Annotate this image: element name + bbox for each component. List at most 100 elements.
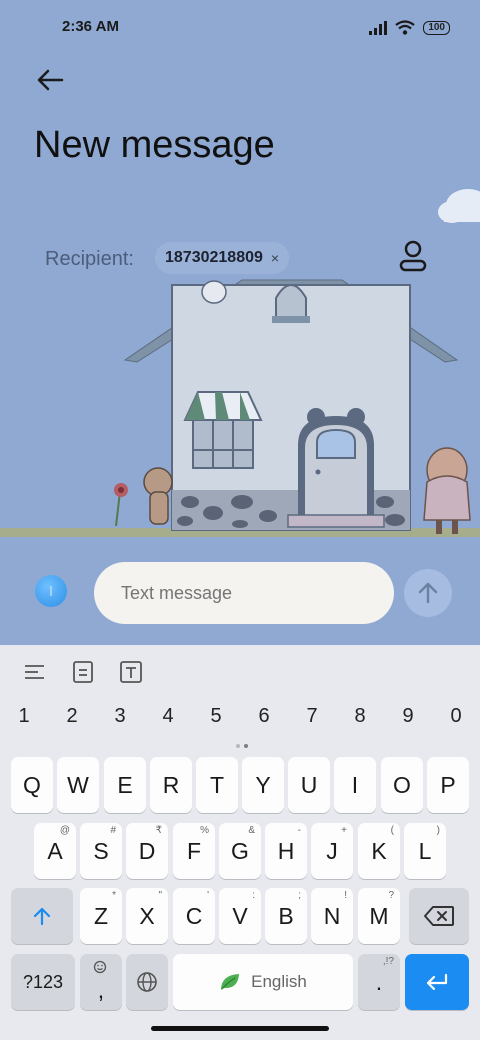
shift-key[interactable] — [11, 888, 73, 944]
page-dot — [236, 744, 240, 748]
arrow-left-icon — [37, 69, 64, 91]
language-key[interactable] — [126, 954, 168, 1010]
text-style-button[interactable] — [118, 659, 144, 685]
key-e[interactable]: E — [104, 757, 146, 813]
key-p[interactable]: P — [427, 757, 469, 813]
key-hint: @ — [59, 825, 70, 836]
key-hint: ( — [390, 825, 394, 836]
backspace-key[interactable] — [409, 888, 469, 944]
key-n[interactable]: ! N — [311, 888, 353, 944]
status-icons: 100 — [369, 20, 450, 35]
key-hint: - — [297, 825, 301, 836]
key-5[interactable]: 5 — [196, 705, 236, 728]
remove-recipient-icon[interactable]: × — [271, 250, 279, 266]
emoji-comma-key[interactable]: , — [80, 954, 122, 1010]
key-hint: ' — [207, 890, 209, 901]
recipient-row: Recipient: 18730218809 × — [0, 238, 480, 278]
globe-icon — [137, 972, 157, 992]
status-bar: 2:36 AM 100 — [0, 0, 480, 56]
recipient-label: Recipient: — [45, 248, 134, 270]
key-f[interactable]: % F — [173, 823, 215, 879]
key-g[interactable]: & G — [219, 823, 261, 879]
key-3[interactable]: 3 — [100, 705, 140, 728]
enter-icon — [426, 973, 448, 991]
key-b[interactable]: ; B — [265, 888, 307, 944]
leaf-icon — [221, 974, 240, 990]
plus-icon — [50, 586, 52, 596]
space-key[interactable]: English — [173, 954, 353, 1010]
recipient-chip[interactable]: 18730218809 × — [155, 242, 290, 274]
composer — [0, 555, 480, 635]
key-hint: ₹ — [155, 825, 162, 836]
key-t[interactable]: T — [196, 757, 238, 813]
key-4[interactable]: 4 — [148, 705, 188, 728]
space-label: English — [251, 972, 307, 991]
key-label: K — [371, 837, 387, 864]
key-z[interactable]: * Z — [80, 888, 122, 944]
symbols-key[interactable]: ?123 — [11, 954, 75, 1010]
battery-indicator: 100 — [423, 20, 450, 35]
key-label: S — [93, 837, 109, 864]
shift-arrow-icon — [33, 907, 51, 926]
period-key[interactable]: ,!? . — [358, 954, 400, 1010]
key-u[interactable]: U — [288, 757, 330, 813]
key-a[interactable]: @ A — [34, 823, 76, 879]
clipboard-button[interactable] — [70, 659, 96, 685]
period-label: . — [375, 968, 383, 995]
enter-key[interactable] — [405, 954, 469, 1010]
key-o[interactable]: O — [381, 757, 423, 813]
key-0[interactable]: 0 — [436, 705, 476, 728]
key-6[interactable]: 6 — [244, 705, 284, 728]
key-hint: # — [110, 825, 116, 836]
key-hint: * — [112, 890, 116, 901]
key-label: N — [323, 902, 341, 929]
key-hint: ,!? — [382, 956, 394, 967]
key-label: B — [278, 902, 294, 929]
key-x[interactable]: " X — [126, 888, 168, 944]
attach-button[interactable] — [35, 575, 67, 607]
key-y[interactable]: Y — [242, 757, 284, 813]
home-indicator[interactable] — [151, 1026, 329, 1031]
keyboard-toolbar — [0, 645, 480, 697]
key-s[interactable]: # S — [80, 823, 122, 879]
key-label: Z — [93, 902, 109, 929]
key-w[interactable]: W — [57, 757, 99, 813]
comma-label: , — [97, 976, 105, 1003]
key-h[interactable]: -H — [265, 823, 307, 879]
clipboard-icon — [73, 661, 93, 683]
send-button[interactable] — [404, 569, 452, 617]
signal-icon — [369, 20, 388, 35]
backspace-icon — [424, 906, 454, 926]
key-9[interactable]: 9 — [388, 705, 428, 728]
key-v[interactable]: :V — [219, 888, 261, 944]
contacts-button[interactable] — [396, 238, 430, 274]
person-icon — [399, 240, 427, 272]
key-label: M — [369, 902, 389, 929]
keyboard: 1 2 3 4 5 6 7 8 9 0 Q W E R T Y U I O P … — [0, 645, 480, 1040]
key-1[interactable]: 1 — [4, 705, 44, 728]
key-hint: : — [252, 890, 255, 901]
key-r[interactable]: R — [150, 757, 192, 813]
cloud-illustration — [438, 189, 480, 223]
key-m[interactable]: ? M — [358, 888, 400, 944]
key-hint: % — [200, 825, 209, 836]
page-dot-active — [244, 744, 248, 748]
key-label: X — [139, 902, 155, 929]
message-input[interactable] — [94, 562, 394, 624]
key-hint: + — [341, 825, 347, 836]
key-hint: ; — [298, 890, 301, 901]
key-l[interactable]: ) L — [404, 823, 446, 879]
key-label: F — [186, 837, 202, 864]
back-button[interactable] — [34, 64, 70, 96]
key-hint: ! — [344, 890, 347, 901]
key-d[interactable]: ₹ D — [126, 823, 168, 879]
key-i[interactable]: I — [334, 757, 376, 813]
key-8[interactable]: 8 — [340, 705, 380, 728]
key-k[interactable]: (K — [358, 823, 400, 879]
key-2[interactable]: 2 — [52, 705, 92, 728]
text-format-button[interactable] — [22, 659, 48, 685]
key-c[interactable]: ' C — [173, 888, 215, 944]
key-j[interactable]: + J — [311, 823, 353, 879]
key-q[interactable]: Q — [11, 757, 53, 813]
key-7[interactable]: 7 — [292, 705, 332, 728]
